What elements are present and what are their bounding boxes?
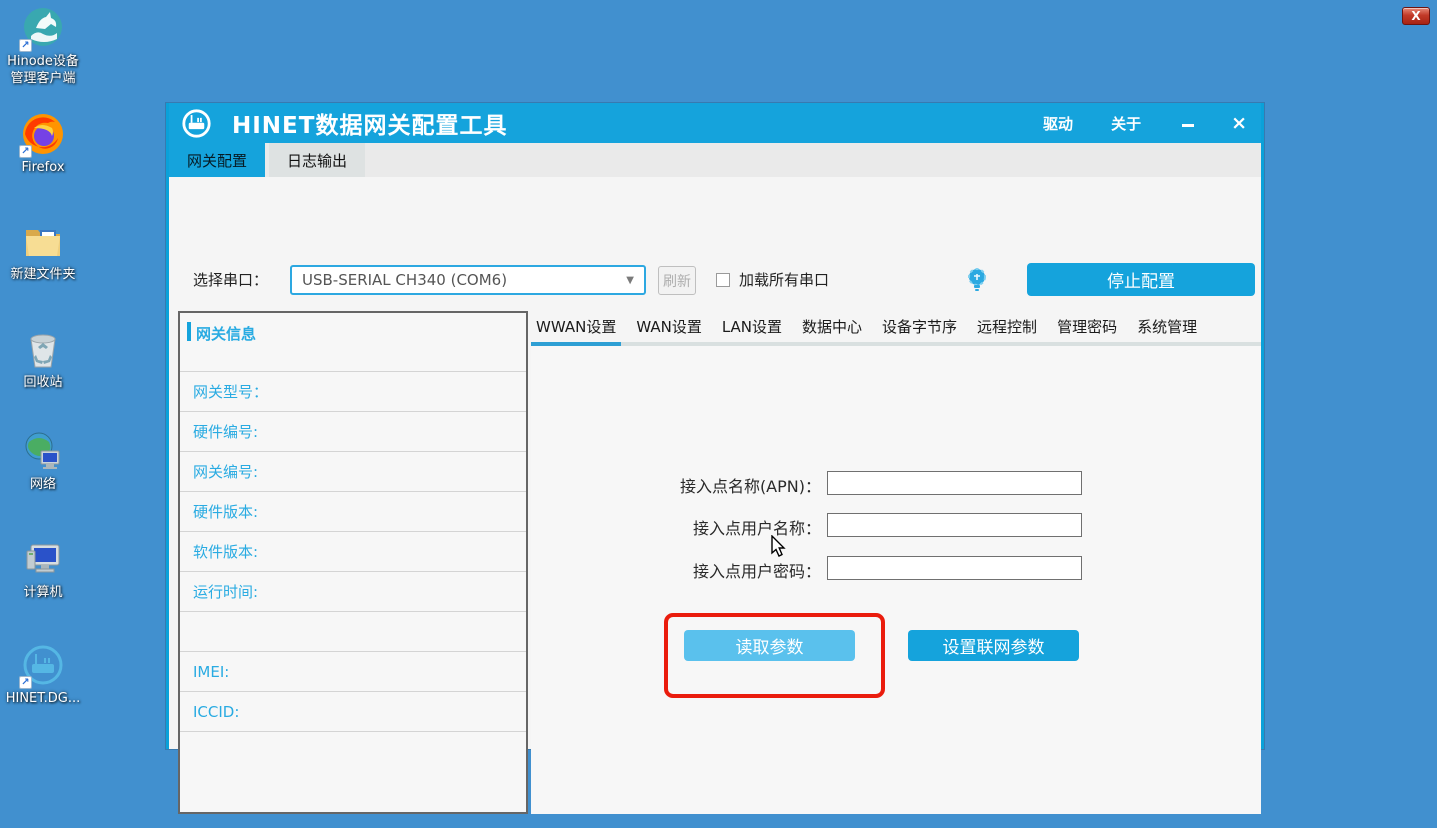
desktop-icon-label: 新建文件夹: [0, 266, 86, 283]
main-window: HINET数据网关配置工具 驱动 关于 × 网关配置 日志输出 选择串口： US…: [166, 103, 1264, 749]
tab-system[interactable]: 系统管理: [1127, 316, 1207, 337]
info-row-empty: [180, 731, 526, 812]
info-row-model: 网关型号：: [180, 371, 526, 411]
refresh-button[interactable]: 刷新: [658, 266, 696, 295]
settings-panel: WWAN设置 WAN设置 LAN设置 数据中心 设备字节序 远程控制 管理密码 …: [531, 311, 1261, 814]
desktop-icon-label: 网络: [0, 476, 86, 493]
desktop-icon-label: HINET.DG...: [0, 690, 86, 707]
info-row-iccid: ICCID:: [180, 691, 526, 731]
window-body: 选择串口： USB-SERIAL CH340 (COM6) ▼ 刷新 加载所有串…: [169, 177, 1261, 749]
window-titlebar: HINET数据网关配置工具 驱动 关于 ×: [169, 103, 1261, 143]
about-link[interactable]: 关于: [1111, 113, 1141, 134]
apn-row: 接入点名称(APN)：: [531, 471, 1261, 495]
folder-icon: 7: [21, 219, 65, 263]
desktop-icon-label: 回收站: [0, 374, 86, 391]
tab-byte-order[interactable]: 设备字节序: [872, 316, 967, 337]
desktop-icon-label: 计算机: [0, 584, 86, 601]
apn-user-row: 接入点用户名称：: [531, 513, 1261, 537]
info-row-imei: IMEI:: [180, 651, 526, 691]
wwan-settings-content: 接入点名称(APN)： 接入点用户名称： 接入点用户密码： 读取参数 设置联网参…: [531, 346, 1261, 814]
tab-lan[interactable]: LAN设置: [712, 316, 792, 337]
shortcut-arrow-icon: ↗: [19, 145, 32, 158]
network-icon: [21, 429, 65, 473]
gateway-info-panel: 网关信息 网关型号： 硬件编号: 网关编号: 硬件版本: 软件版本: 运行时间:…: [178, 311, 528, 814]
apn-user-label: 接入点用户名称：: [531, 515, 821, 539]
tab-log-output[interactable]: 日志输出: [269, 143, 365, 177]
tab-gateway-config[interactable]: 网关配置: [169, 143, 265, 177]
close-button[interactable]: ×: [1231, 114, 1247, 133]
tab-remote[interactable]: 远程控制: [967, 316, 1047, 337]
stop-config-button[interactable]: 停止配置: [1027, 263, 1255, 296]
apn-input[interactable]: [827, 471, 1082, 495]
set-network-params-button[interactable]: 设置联网参数: [908, 630, 1079, 661]
info-row-sw-ver: 软件版本:: [180, 531, 526, 571]
desktop-icon-hinet-shortcut[interactable]: ↗ HINET.DG...: [0, 643, 86, 707]
computer-icon: [21, 537, 65, 581]
driver-link[interactable]: 驱动: [1043, 113, 1073, 134]
desktop-icon-label: 管理客户端: [0, 70, 86, 87]
info-row-uptime: 运行时间:: [180, 571, 526, 611]
minimize-button[interactable]: [1181, 116, 1195, 130]
desktop-icon-firefox[interactable]: ↗ Firefox: [0, 112, 86, 176]
gateway-info-header: 网关信息: [180, 313, 526, 371]
bulb-icon: [966, 267, 988, 293]
serial-port-value: USB-SERIAL CH340 (COM6): [302, 271, 626, 289]
apn-pass-input[interactable]: [827, 556, 1082, 580]
tab-wan[interactable]: WAN设置: [626, 316, 712, 337]
tab-wwan[interactable]: WWAN设置: [531, 316, 626, 337]
overlay-close-button[interactable]: X: [1402, 7, 1430, 25]
app-tab-bar: 网关配置 日志输出: [169, 143, 1261, 177]
load-all-ports-checkbox[interactable]: [716, 273, 730, 287]
info-row-hw-ver: 硬件版本:: [180, 491, 526, 531]
shortcut-arrow-icon: ↗: [19, 676, 32, 689]
apn-pass-label: 接入点用户密码：: [531, 558, 821, 582]
settings-tab-bar: WWAN设置 WAN设置 LAN设置 数据中心 设备字节序 远程控制 管理密码 …: [531, 311, 1261, 342]
window-title: HINET数据网关配置工具: [232, 106, 1005, 140]
apn-user-input[interactable]: [827, 513, 1082, 537]
apn-label: 接入点名称(APN)：: [531, 473, 821, 497]
firefox-icon: ↗: [21, 112, 65, 156]
app-logo-icon: [181, 108, 212, 139]
desktop-icon-label: Hinode设备: [0, 53, 86, 70]
desktop-icon-computer[interactable]: 计算机: [0, 537, 86, 601]
info-row-hw-no: 硬件编号:: [180, 411, 526, 451]
serial-port-select[interactable]: USB-SERIAL CH340 (COM6) ▼: [290, 265, 646, 295]
info-row-gw-no: 网关编号:: [180, 451, 526, 491]
hinet-router-icon: ↗: [21, 643, 65, 687]
info-row-spacer: [180, 611, 526, 651]
load-all-ports-label: 加载所有串口: [739, 269, 829, 290]
desktop-icon-recycle-bin[interactable]: 回收站: [0, 327, 86, 391]
apn-pass-row: 接入点用户密码：: [531, 556, 1261, 580]
desktop-icon-hinode[interactable]: ↗ Hinode设备 管理客户端: [0, 6, 86, 87]
desktop-icon-label: Firefox: [0, 159, 86, 176]
hinode-icon: ↗: [21, 6, 65, 50]
serial-port-label: 选择串口：: [193, 269, 268, 290]
desktop-icon-network[interactable]: 网络: [0, 429, 86, 493]
chevron-down-icon: ▼: [626, 275, 634, 286]
accent-bar: [187, 322, 191, 341]
tab-admin-pass[interactable]: 管理密码: [1047, 316, 1127, 337]
read-params-button[interactable]: 读取参数: [684, 630, 855, 661]
overlay-close-icon: X: [1411, 9, 1420, 23]
shortcut-arrow-icon: ↗: [19, 39, 32, 52]
desktop-icon-new-folder[interactable]: 7 新建文件夹: [0, 219, 86, 283]
recycle-bin-icon: [21, 327, 65, 371]
tab-datacenter[interactable]: 数据中心: [792, 316, 872, 337]
